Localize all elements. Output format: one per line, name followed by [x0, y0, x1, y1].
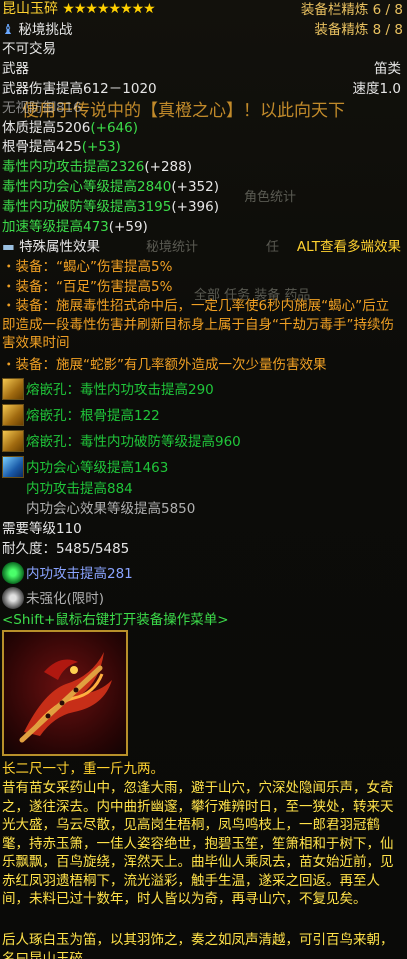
background-secret-tab: 秘境统计	[146, 240, 199, 255]
enchant-2: 内功攻击提高884	[26, 481, 133, 497]
extra-enchant-icon	[2, 562, 24, 584]
durability: 耐久度：5485/5485	[2, 541, 130, 557]
effect-4: ・装备：施展“蛇影”有几率额外造成一次少量伤害效果	[2, 357, 327, 373]
attr-bonus: (+288)	[144, 159, 192, 175]
item-title-row: 昆山玉碎 ★★★★★★★★	[2, 0, 156, 18]
attr-label: 体质提高5206	[2, 120, 91, 136]
alt-hint: ALT查看多端效果	[296, 239, 401, 255]
item-portrait	[2, 630, 128, 756]
background-ren: 任	[266, 240, 280, 255]
effect-1: ・装备：“蝎心”伤害提高5%	[2, 259, 173, 275]
item-tooltip: 便用于传说中的【真橙之心】！以此向天下 角色统计 秘境统计 任 全部 任务 装备…	[0, 0, 407, 959]
attr-bonus: (+396)	[171, 199, 219, 215]
attr-bonus: (+59)	[108, 219, 148, 235]
socket-gem-icon	[2, 430, 24, 452]
attr-haste: 加速等级提高473(+59)	[2, 218, 148, 236]
required-level: 需要等级110	[2, 521, 82, 537]
attr-label: 毒性内功攻击提高2326	[2, 159, 145, 175]
strengthen-icon	[2, 587, 24, 609]
effect-2: ・装备：“百足”伤害提高5%	[2, 279, 173, 295]
item-lore-2: 后人琢白玉为笛，以其羽饰之，奏之如凤声清越，可引百鸟来朝，名曰昆山玉碎。	[2, 932, 394, 959]
weapon-damage: 武器伤害提高612－1020	[2, 81, 157, 97]
special-header-row: ▬ 特殊属性效果	[2, 238, 100, 256]
trade-status: 不可交易	[2, 41, 56, 57]
attr-label: 毒性内功破防等级提高3195	[2, 199, 172, 215]
source-icon: ♝	[2, 22, 15, 38]
weapon-speed: 速度1.0	[352, 81, 401, 97]
attr-poison-pen: 毒性内功破防等级提高3195(+396)	[2, 198, 219, 216]
source-row: ♝ 秘境挑战	[2, 21, 72, 39]
attr-label: 根骨提高425	[2, 139, 82, 155]
item-category: 武器	[2, 61, 29, 77]
attr-poison-crit: 毒性内功会心等级提高2840(+352)	[2, 178, 219, 196]
enchant-icon	[2, 456, 24, 478]
strengthen-status: 未强化(限时)	[26, 591, 105, 607]
attr-constitution: 体质提高5206(+646)	[2, 119, 138, 137]
item-name: 昆山玉碎	[2, 1, 58, 17]
weapon-type: 笛类	[374, 61, 401, 77]
socket-3: 熔嵌孔：毒性内功破防等级提高960	[26, 434, 241, 450]
attr-bonus: (+352)	[171, 179, 219, 195]
item-lore: 昔有苗女采药山中，忽逢大雨，避于山穴，穴深处隐闻乐声，女奇之，遂往深去。内中曲折…	[2, 780, 394, 907]
special-header: 特殊属性效果	[19, 239, 101, 255]
enchant-1: 内功会心等级提高1463	[26, 460, 169, 476]
extra-enchant: 内功攻击提高281	[26, 566, 133, 582]
socket-gem-icon	[2, 378, 24, 400]
background-stats-tab: 角色统计	[244, 190, 297, 205]
item-size: 长二尺一寸，重一斤九两。	[2, 761, 164, 777]
attr-label: 加速等级提高473	[2, 219, 109, 235]
attr-bonus: (+646)	[90, 120, 138, 136]
attr-bonus: (+53)	[81, 139, 121, 155]
enchant-3: 内功会心效果等级提高5850	[26, 501, 196, 517]
source-label: 秘境挑战	[18, 22, 73, 38]
refine-slot: 装备栏精炼 6 / 8	[300, 2, 403, 18]
socket-1: 熔嵌孔：毒性内功攻击提高290	[26, 382, 214, 398]
menu-hint: <Shift+鼠标右键打开装备操作菜单>	[2, 612, 229, 628]
phoenix-flute-icon	[19, 652, 112, 743]
star-rating: ★★★★★★★★	[62, 1, 155, 17]
refine-equip: 装备精炼 8 / 8	[314, 22, 403, 38]
monitor-icon: ▬	[2, 239, 15, 255]
defense-partial: 无视防御816	[2, 100, 82, 116]
socket-gem-icon	[2, 404, 24, 426]
attr-spirit: 根骨提高425(+53)	[2, 138, 121, 156]
attr-label: 毒性内功会心等级提高2840	[2, 179, 172, 195]
attr-poison-attack: 毒性内功攻击提高2326(+288)	[2, 158, 192, 176]
effect-3: ・装备：施展毒性招式命中后，一定几率使6秒内施展“蝎心”后立即造成一段毒性伤害并…	[2, 298, 394, 351]
socket-2: 熔嵌孔：根骨提高122	[26, 408, 160, 424]
